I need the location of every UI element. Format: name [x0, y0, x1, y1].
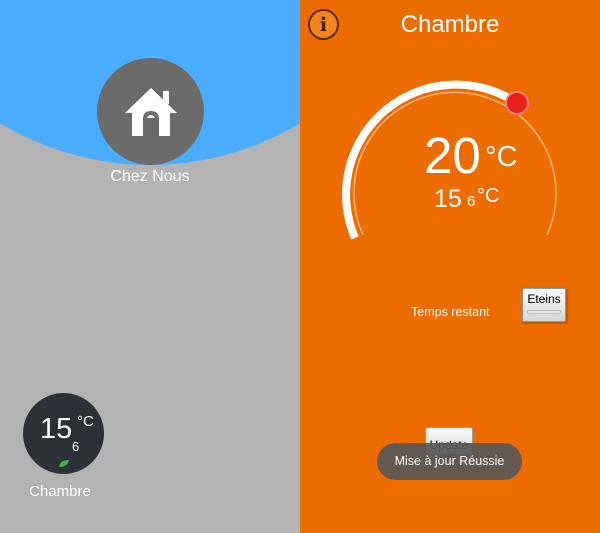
- off-button-indicator: [527, 310, 561, 314]
- current-temperature-unit: °C: [477, 185, 500, 207]
- home-icon: [124, 87, 177, 136]
- dial-handle[interactable]: [505, 91, 529, 115]
- leaf-icon: [59, 460, 69, 467]
- room-temperature-decimal: 6: [72, 439, 80, 454]
- off-button[interactable]: Eteins: [522, 288, 566, 322]
- room-label: Chambre: [29, 483, 91, 500]
- off-button-label: Eteins: [527, 292, 561, 306]
- remaining-time-label: Temps restant: [411, 305, 490, 319]
- room-tile-chambre[interactable]: 15 °C 6: [23, 393, 104, 474]
- room-temperature-unit: °C: [77, 413, 94, 430]
- room-temperature: 15: [40, 413, 73, 445]
- current-temperature-decimal: 6: [467, 193, 476, 210]
- target-temperature: 20: [424, 127, 481, 184]
- toast-message: Mise à jour Réussie: [377, 443, 522, 480]
- current-temperature: 15: [434, 185, 462, 213]
- home-button[interactable]: [97, 58, 204, 165]
- home-label: Chez Nous: [110, 168, 190, 185]
- target-temperature-unit: °C: [485, 141, 518, 173]
- room-detail-panel: i Chambre 20 °C 15 6 °C Temps restant Et…: [300, 0, 600, 533]
- home-panel: Chez Nous 15 °C 6 Chambre: [0, 0, 300, 533]
